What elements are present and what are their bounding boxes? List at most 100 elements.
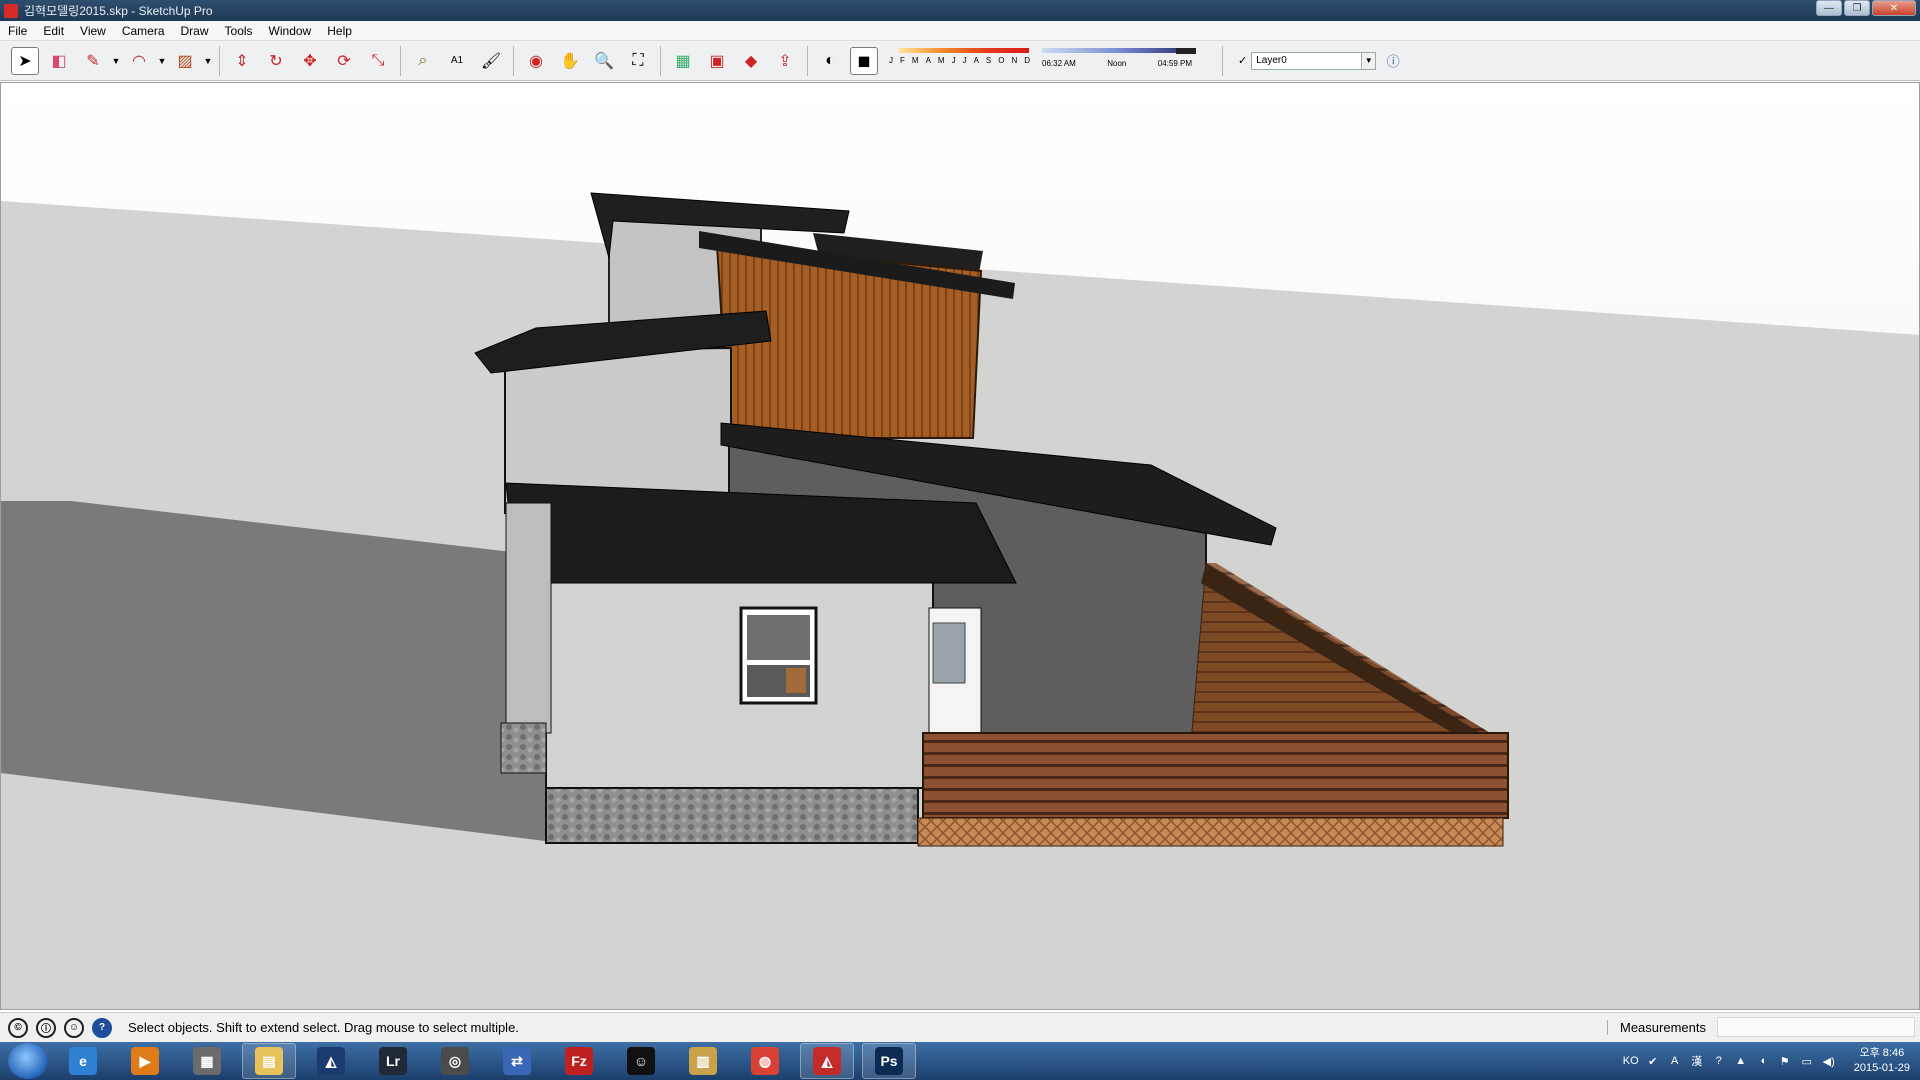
time-slider-handle[interactable] (1176, 47, 1196, 54)
start-button[interactable] (8, 1043, 48, 1079)
tape-measure-tool-icon[interactable]: ⌕ (409, 47, 437, 75)
lightroom-icon: Lr (379, 1047, 407, 1075)
camera-icon: ◎ (441, 1047, 469, 1075)
taskbar-media-player[interactable]: ▶ (118, 1043, 172, 1079)
menu-view[interactable]: View (72, 24, 114, 38)
taskbar-network-app[interactable]: ⇄ (490, 1043, 544, 1079)
text-tool-icon[interactable]: A1 (443, 47, 471, 75)
minimize-button[interactable]: — (1816, 0, 1842, 16)
taskbar-filezilla[interactable]: Fz (552, 1043, 606, 1079)
layer-name: Layer0 (1256, 55, 1287, 66)
month-label: J (889, 55, 893, 65)
taskbar-archive-app[interactable]: ▥ (676, 1043, 730, 1079)
taskbar-ie[interactable]: e (56, 1043, 110, 1079)
side-wall (505, 502, 552, 734)
ime-icon[interactable]: ✔ (1645, 1053, 1661, 1069)
window-pane-top (747, 615, 810, 660)
flag-icon[interactable]: ⚑ (1777, 1053, 1793, 1069)
menu-tools[interactable]: Tools (217, 24, 261, 38)
help-icon[interactable]: ? (1711, 1053, 1727, 1069)
taskbar-explorer[interactable]: ▤ (242, 1043, 296, 1079)
window-interior (786, 668, 806, 693)
sign-in-icon[interactable]: ☺ (64, 1017, 84, 1038)
select-tool-icon[interactable]: ➤ (11, 46, 39, 75)
windows-taskbar: e ▶ ▦ ▤ ◭ Lr ◎ ⇄ Fz ☺ ▥ ◍ ◭ Ps KO ✔ A 漢 … (0, 1042, 1920, 1080)
antivirus-icon[interactable]: ◖ (1755, 1053, 1771, 1069)
geo-location-icon[interactable]: © (8, 1017, 28, 1038)
taskbar-camera-app[interactable]: ◎ (428, 1043, 482, 1079)
time-slider[interactable]: 06:32 AM Noon 04:59 PM (1042, 47, 1196, 68)
menu-file[interactable]: File (0, 24, 35, 38)
system-clock[interactable]: 오후 8:46 2015-01-29 (1854, 1046, 1910, 1076)
measurements-label: Measurements (1607, 1020, 1706, 1035)
measurements-input[interactable] (1717, 1017, 1915, 1037)
modeling-viewport[interactable] (0, 82, 1920, 1010)
time-end-label: 04:59 PM (1157, 58, 1192, 68)
menu-window[interactable]: Window (261, 24, 320, 38)
arc-tool-icon[interactable]: ◠ (125, 47, 153, 75)
menu-camera[interactable]: Camera (114, 24, 173, 38)
network-status-icon[interactable]: ▭ (1799, 1053, 1815, 1069)
archive-icon: ▥ (689, 1047, 717, 1075)
fog-toggle-icon[interactable]: ◼ (850, 46, 878, 75)
taskbar-photoshop[interactable]: Ps (862, 1043, 916, 1079)
instructor-help-icon[interactable]: ? (92, 1017, 112, 1038)
status-bar: © ⓘ ☺ ? Select objects. Shift to extend … (0, 1012, 1920, 1042)
chevron-down-icon[interactable]: ▼ (1361, 52, 1376, 69)
zoom-extents-tool-icon[interactable]: ⛶ (624, 47, 652, 75)
maximize-button[interactable]: ❐ (1844, 0, 1870, 16)
warehouse-icon[interactable]: ▦ (669, 47, 697, 75)
line-dropdown-icon[interactable]: ▼ (110, 56, 122, 66)
folder-icon: ▤ (255, 1047, 283, 1075)
eraser-tool-icon[interactable]: ◧ (45, 47, 73, 75)
taskbar-qq[interactable]: ☺ (614, 1043, 668, 1079)
taskbar-photo-app[interactable]: ▦ (180, 1043, 234, 1079)
language-indicator[interactable]: KO (1623, 1053, 1639, 1069)
title-bar: 김혁모델링2015.skp - SketchUp Pro — ❐ ✕ (0, 0, 1920, 21)
follow-me-tool-icon[interactable]: ↻ (262, 47, 290, 75)
rotate-tool-icon[interactable]: ⟳ (330, 47, 358, 75)
chrome-icon: ◍ (751, 1047, 779, 1075)
share-model-icon[interactable]: ⇪ (771, 47, 799, 75)
toolbar-separator (660, 45, 661, 76)
credits-icon[interactable]: ⓘ (36, 1017, 56, 1038)
taskbar-sketchup-pro[interactable]: ◭ (800, 1043, 854, 1079)
taskbar-chrome[interactable]: ◍ (738, 1043, 792, 1079)
media-player-icon: ▶ (131, 1047, 159, 1075)
pan-tool-icon[interactable]: ✋ (556, 47, 584, 75)
tray-expand-icon[interactable]: ▲ (1733, 1053, 1749, 1069)
ruby-icon[interactable]: ◆ (737, 47, 765, 75)
menu-help[interactable]: Help (319, 24, 360, 38)
zoom-tool-icon[interactable]: 🔍 (590, 47, 618, 75)
toolbar-separator (400, 45, 401, 76)
layer-manager-icon[interactable]: ⓘ (1379, 47, 1407, 75)
close-button[interactable]: ✕ (1872, 0, 1916, 16)
line-tool-icon[interactable]: ✎ (79, 47, 107, 75)
date-slider-track[interactable] (899, 47, 1029, 53)
layer-dropdown[interactable]: Layer0 ▼ (1251, 51, 1377, 70)
volume-icon[interactable]: ◀) (1821, 1053, 1837, 1069)
orbit-tool-icon[interactable]: ◉ (522, 47, 550, 75)
taskbar-lightroom[interactable]: Lr (366, 1043, 420, 1079)
hanja-icon[interactable]: 漢 (1689, 1053, 1705, 1069)
menu-draw[interactable]: Draw (173, 24, 217, 38)
model-canvas[interactable] (1, 83, 1920, 1010)
shadows-toggle-icon[interactable]: ◐ (816, 47, 844, 75)
input-mode-icon[interactable]: A (1667, 1053, 1683, 1069)
toolbar-separator (807, 45, 808, 76)
shape-dropdown-icon[interactable]: ▼ (202, 56, 214, 66)
menu-edit[interactable]: Edit (35, 24, 72, 38)
move-tool-icon[interactable]: ✥ (296, 47, 324, 75)
rectangle-tool-icon[interactable]: ▨ (171, 47, 199, 75)
extension-warehouse-icon[interactable]: ▣ (703, 47, 731, 75)
arc-dropdown-icon[interactable]: ▼ (156, 56, 168, 66)
paint-bucket-tool-icon[interactable]: 🖌 (477, 47, 505, 75)
time-slider-track[interactable] (1042, 47, 1192, 53)
date-slider[interactable]: J F M A M J J A S O N D (889, 47, 1030, 65)
clock-date: 2015-01-29 (1853, 1062, 1910, 1074)
month-labels: J F M A M J J A S O N D (889, 55, 1030, 65)
scale-tool-icon[interactable]: ⤡ (364, 47, 392, 75)
push-pull-tool-icon[interactable]: ⇕ (228, 47, 256, 75)
network-icon: ⇄ (503, 1047, 531, 1075)
taskbar-sketchup-make[interactable]: ◭ (304, 1043, 358, 1079)
